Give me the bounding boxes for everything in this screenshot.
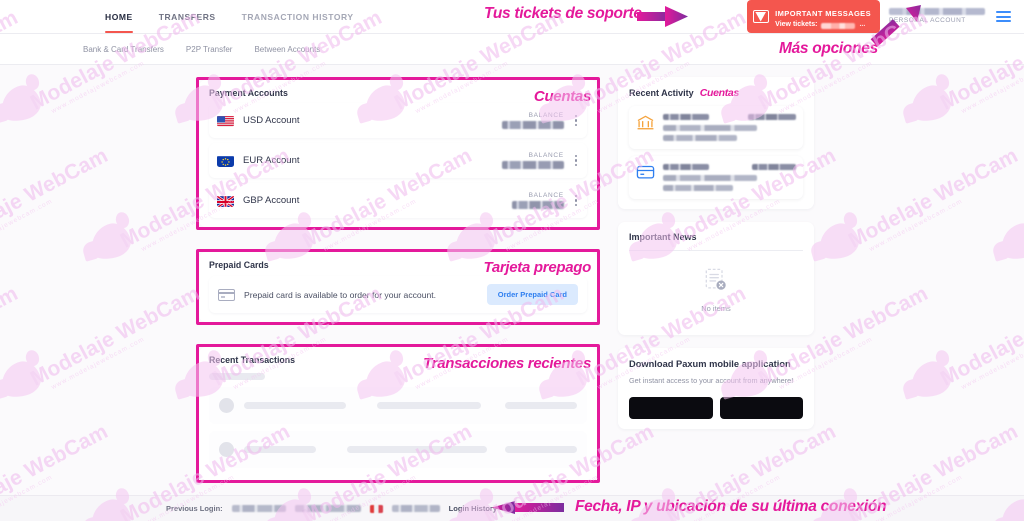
- account-row-gbp-label: GBP Account: [243, 195, 300, 206]
- footer-bar: Previous Login: Login History: [0, 495, 1024, 521]
- account-row-usd[interactable]: USD Account BALANCE: [209, 103, 587, 138]
- no-items-label: No items: [701, 304, 731, 313]
- eu-flag-icon: [217, 155, 234, 167]
- recent-activity-title: Recent Activity: [629, 88, 694, 98]
- wallet-icon: [636, 164, 655, 180]
- activity-line3-redacted: [663, 135, 737, 141]
- important-news-card: Important News No items: [618, 222, 814, 335]
- prepaid-card-row: Prepaid card is available to order for y…: [209, 276, 587, 313]
- account-row-usd-balance: BALANCE: [501, 112, 564, 129]
- payment-accounts-title: Payment Accounts: [209, 88, 288, 98]
- previous-login-ip-redacted: [294, 505, 361, 512]
- prepaid-card-message: Prepaid card is available to order for y…: [244, 289, 437, 300]
- transaction-avatar-skeleton: [219, 442, 234, 457]
- ticket-count-redacted: [821, 22, 856, 29]
- activity-item-bank[interactable]: [629, 106, 803, 149]
- activity-title-redacted: [663, 164, 709, 170]
- recent-activity-card: Recent Activity Cuentas: [618, 77, 814, 209]
- account-summary[interactable]: PERSONAL ACCOUNT: [889, 7, 985, 25]
- google-play-button[interactable]: [719, 397, 803, 420]
- previous-login-date-redacted: [231, 505, 286, 512]
- nav-item-transaction-history[interactable]: TRANSACTION HISTORY: [229, 0, 367, 33]
- prepaid-cards-annotation-box: Prepaid Cards Prepaid card is available …: [196, 249, 600, 325]
- order-prepaid-card-button[interactable]: Order Prepaid Card: [486, 284, 578, 305]
- gb-flag-icon: [217, 194, 234, 207]
- transaction-avatar-skeleton: [219, 398, 234, 413]
- us-flag-icon: [217, 115, 234, 127]
- kebab-menu-icon[interactable]: [573, 193, 579, 208]
- important-news-title: Important News: [629, 232, 697, 242]
- credit-card-icon: [218, 288, 235, 301]
- annotation-accounts: Cuentas: [533, 88, 591, 105]
- right-column: Recent Activity Cuentas Important News N…: [618, 77, 814, 489]
- top-header-bar: HOME TRANSFERS TRANSACTION HISTORY IMPOR…: [0, 0, 1024, 34]
- download-app-title: Download Paxum mobile application: [629, 359, 791, 369]
- important-messages-button[interactable]: IMPORTANT MESSAGES View tickets: ...: [747, 0, 880, 33]
- nav-item-transfers-label: TRANSFERS: [158, 11, 216, 22]
- important-news-empty-state: No items: [629, 251, 803, 325]
- previous-login-country-flag-redacted: [369, 504, 383, 513]
- nav-item-home[interactable]: HOME: [92, 0, 146, 33]
- annotation-recent-transactions: Transacciones recientes: [423, 355, 591, 372]
- balance-value-usd-redacted: [501, 121, 564, 129]
- download-app-card: Download Paxum mobile application Get in…: [618, 348, 814, 430]
- payment-accounts-annotation-box: Payment Accounts USD Account BALANCE EUR…: [196, 77, 600, 230]
- kebab-menu-icon[interactable]: [573, 153, 579, 168]
- account-name-redacted: [889, 7, 985, 15]
- activity-title-redacted: [663, 114, 709, 120]
- activity-amount-redacted: [748, 114, 796, 120]
- transaction-row-skeleton: [209, 431, 587, 468]
- view-tickets-label: View tickets:: [775, 21, 818, 29]
- secondary-navigation: Bank & Card Transfers P2P Transfer Betwe…: [0, 34, 1024, 65]
- balance-label-gbp: BALANCE: [528, 192, 564, 199]
- activity-line2-redacted: [663, 175, 757, 181]
- store-buttons: [629, 397, 803, 420]
- main-content: Payment Accounts USD Account BALANCE EUR…: [0, 65, 1024, 489]
- important-messages-title: IMPORTANT MESSAGES: [775, 9, 871, 19]
- account-row-usd-label: USD Account: [243, 115, 300, 126]
- account-row-gbp[interactable]: GBP Account BALANCE: [209, 183, 587, 218]
- previous-login-location-redacted: [391, 505, 440, 512]
- activity-amount-redacted: [752, 164, 796, 170]
- header-right-cluster: IMPORTANT MESSAGES View tickets: ... PER…: [747, 0, 1024, 33]
- subnav-item-bank-card-transfers[interactable]: Bank & Card Transfers: [83, 45, 164, 54]
- main-navigation: HOME TRANSFERS TRANSACTION HISTORY: [92, 0, 367, 33]
- account-row-eur-label: EUR Account: [243, 155, 300, 166]
- hamburger-icon[interactable]: [994, 9, 1013, 24]
- download-app-subtitle: Get instant access to your account from …: [629, 375, 794, 385]
- annotation-prepaid-card: Tarjeta prepago: [483, 259, 592, 276]
- balance-label-eur: BALANCE: [528, 152, 564, 159]
- app-store-button[interactable]: [629, 397, 713, 420]
- nav-item-home-label: HOME: [105, 11, 133, 22]
- activity-line3-redacted: [663, 185, 733, 191]
- account-type-label: PERSONAL ACCOUNT: [889, 16, 966, 24]
- subnav-item-p2p-transfer[interactable]: P2P Transfer: [186, 45, 233, 54]
- nav-item-transfers[interactable]: TRANSFERS: [146, 0, 229, 33]
- annotation-recent-activity: Cuentas: [699, 87, 740, 99]
- activity-line2-redacted: [663, 125, 757, 131]
- balance-value-gbp-redacted: [511, 201, 564, 209]
- no-documents-icon: [704, 268, 728, 297]
- left-column: Payment Accounts USD Account BALANCE EUR…: [196, 77, 600, 489]
- subnav-item-between-accounts[interactable]: Between Accounts: [254, 45, 320, 54]
- balance-value-eur-redacted: [501, 161, 564, 169]
- balance-label-usd: BALANCE: [528, 112, 564, 119]
- kebab-menu-icon[interactable]: [573, 113, 579, 128]
- account-row-eur-balance: BALANCE: [501, 152, 564, 169]
- transaction-row-skeleton: [209, 387, 587, 424]
- login-history-link[interactable]: Login History: [449, 504, 497, 513]
- envelope-icon: [753, 10, 770, 23]
- account-row-gbp-balance: BALANCE: [511, 192, 564, 209]
- ticket-ellipsis: ...: [859, 21, 866, 29]
- previous-login-label: Previous Login:: [166, 504, 223, 513]
- bank-icon: [636, 114, 655, 131]
- recent-transactions-annotation-box: Recent Transactions Transacciones recien…: [196, 344, 600, 483]
- account-row-eur[interactable]: EUR Account BALANCE: [209, 143, 587, 178]
- nav-item-transaction-history-label: TRANSACTION HISTORY: [241, 11, 354, 22]
- activity-item-wallet[interactable]: [629, 156, 803, 199]
- transactions-filter-skeleton: [209, 373, 265, 380]
